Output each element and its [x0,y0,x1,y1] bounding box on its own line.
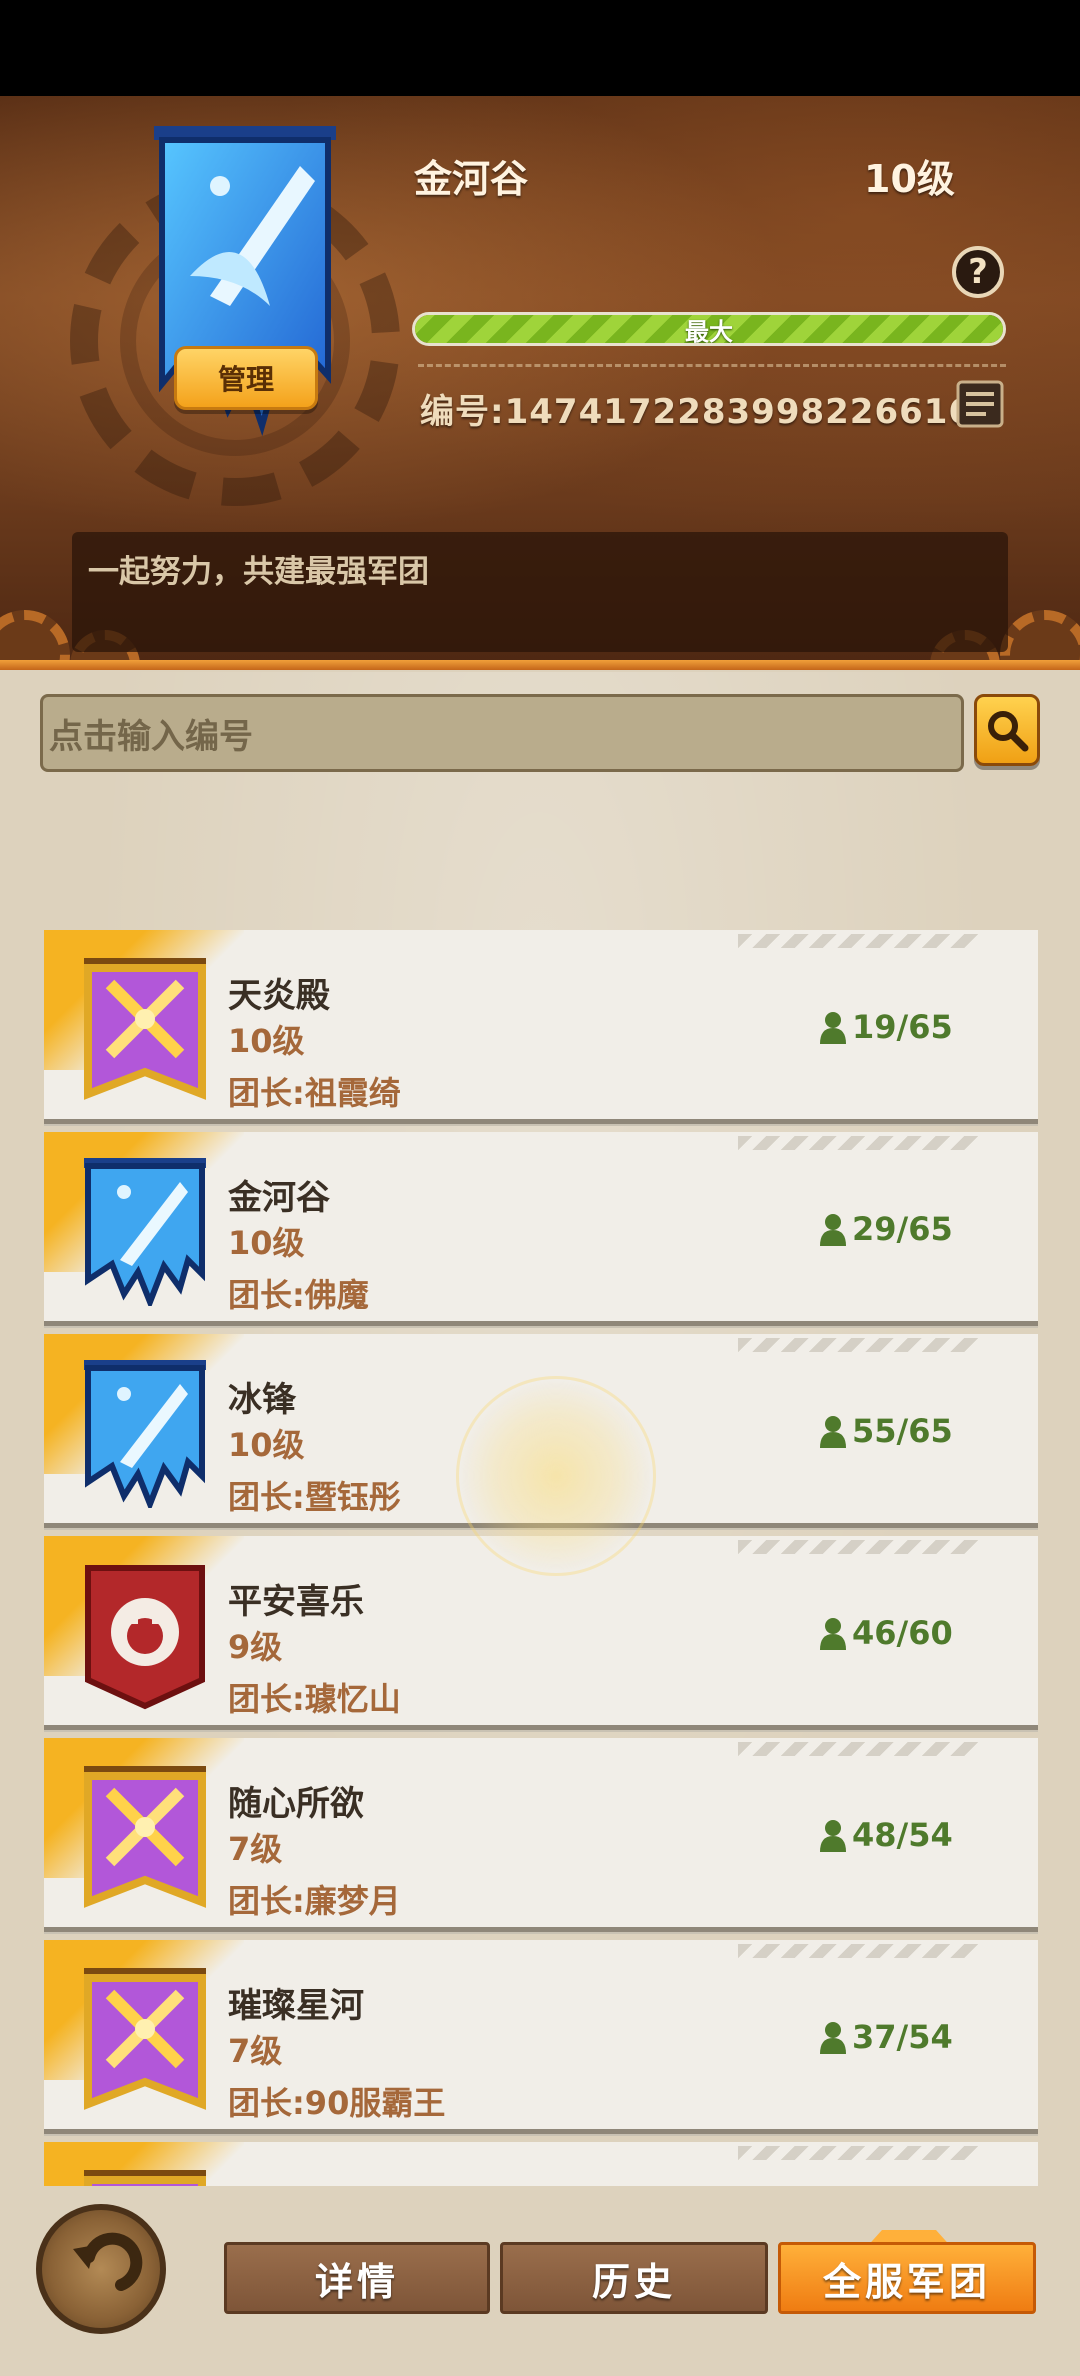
search-input[interactable]: 点击输入编号 [40,694,964,772]
guild-row-members: 55/65 [818,1412,953,1450]
guild-row-members: 37/54 [818,2018,953,2056]
member-icon [820,1012,846,1044]
guild-row-name: 冰锋 [228,1380,296,1420]
touch-indicator [456,1376,656,1576]
guild-row-leader: 团长:祖霞绮 [228,1074,401,1112]
guild-row-level: 10级 [228,1426,305,1464]
search-button[interactable] [974,694,1040,766]
guild-emblem-icon [80,954,210,1104]
divider [418,364,1006,367]
guild-row-level: 10级 [228,1224,305,1262]
manage-button[interactable]: 管理 [174,346,318,410]
guild-row-leader: 团长:暨钰彤 [228,1478,401,1516]
member-count: 55/65 [852,1412,953,1450]
guild-row-leader: 团长:佛魔 [228,1276,369,1314]
guild-row-members: 46/60 [818,1614,953,1652]
guild-row-members: 48/54 [818,1816,953,1854]
row-hatch-decoration [738,1944,978,1958]
guild-row-leader: 团长:廉梦月 [228,1882,401,1920]
tab-history[interactable]: 历史 [500,2242,768,2314]
back-arrow-icon [73,2232,143,2291]
status-bar [0,0,1080,96]
guild-row[interactable]: 天炎殿 10级团长:祖霞绮 19/65 [44,930,1038,1124]
xp-label: 最大 [685,317,733,346]
guild-emblem-icon [80,1358,210,1513]
motto-text: 一起努力，共建最强军团 [88,554,429,590]
tab-all-server[interactable]: 全服军团 [778,2242,1036,2314]
guild-emblem-icon [80,1156,210,1311]
guild-row-leader: 团长:璩忆山 [228,1680,401,1718]
guild-level: 10级 [864,157,955,201]
row-hatch-decoration [738,934,978,948]
help-icon[interactable]: ? [952,246,1004,298]
guild-id: 编号:1474172283998226616 [420,392,974,432]
row-hatch-decoration [738,2146,978,2160]
guild-row[interactable]: 璀璨星河 7级团长:90服霸王 37/54 [44,1940,1038,2134]
search-icon [988,711,1029,752]
guild-emblem-icon [80,2166,210,2186]
member-icon [820,1214,846,1246]
guild-row-name: 璀璨星河 [228,1986,364,2026]
row-hatch-decoration [738,1540,978,1554]
guild-row-name: 天炎殿 [228,976,330,1016]
guild-row-level: 9级 [228,1628,283,1666]
guild-row-name: 金河谷 [228,1178,330,1218]
back-button[interactable] [36,2204,166,2334]
guild-emblem-icon [80,1964,210,2114]
guild-row-name: 随心所欲 [228,1784,364,1824]
guild-row-level: 7级 [228,2032,283,2070]
copy-icon[interactable] [956,380,1004,428]
guild-row[interactable] [44,2142,1038,2186]
guild-row[interactable]: 随心所欲 7级团长:廉梦月 48/54 [44,1738,1038,1932]
row-hatch-decoration [738,1742,978,1756]
motto-box: 一起努力，共建最强军团 [72,532,1008,652]
member-icon [820,1618,846,1650]
guild-row-members: 19/65 [818,1008,953,1046]
row-hatch-decoration [738,1136,978,1150]
member-count: 37/54 [852,2018,953,2056]
guild-row-leader: 团长:90服霸王 [228,2084,446,2122]
member-count: 46/60 [852,1614,953,1652]
member-icon [820,1416,846,1448]
guild-row-level: 7级 [228,1830,283,1868]
guild-row-members: 29/65 [818,1210,953,1248]
guild-row-name: 平安喜乐 [228,1582,364,1622]
member-count: 29/65 [852,1210,953,1248]
guild-name: 金河谷 [414,157,529,201]
member-icon [820,1820,846,1852]
row-hatch-decoration [738,1338,978,1352]
tab-details[interactable]: 详情 [224,2242,490,2314]
member-count: 48/54 [852,1816,953,1854]
header-rim [0,660,1080,670]
guild-emblem-icon [80,1560,210,1710]
guild-emblem-icon [80,1762,210,1912]
member-icon [820,2022,846,2054]
guild-row-level: 10级 [228,1022,305,1060]
member-count: 19/65 [852,1008,953,1046]
guild-row[interactable]: 金河谷 10级团长:佛魔 29/65 [44,1132,1038,1326]
xp-bar: 最大 [412,312,1006,346]
